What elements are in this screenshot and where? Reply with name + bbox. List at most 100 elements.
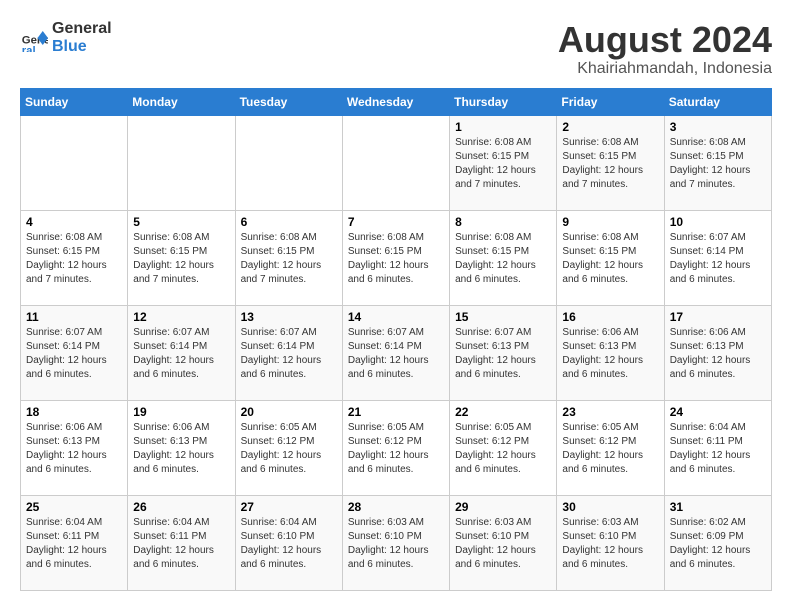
day-info: Sunrise: 6:04 AM Sunset: 6:10 PM Dayligh… <box>241 516 337 572</box>
day-info: Sunrise: 6:06 AM Sunset: 6:13 PM Dayligh… <box>670 326 766 382</box>
day-header-tuesday: Tuesday <box>235 88 342 115</box>
day-info: Sunrise: 6:03 AM Sunset: 6:10 PM Dayligh… <box>455 516 551 572</box>
day-info: Sunrise: 6:08 AM Sunset: 6:15 PM Dayligh… <box>348 231 444 287</box>
day-number: 23 <box>562 405 658 419</box>
day-number: 18 <box>26 405 122 419</box>
day-number: 30 <box>562 500 658 514</box>
calendar-cell: 17 Sunrise: 6:06 AM Sunset: 6:13 PM Dayli… <box>664 305 771 400</box>
calendar-cell: 1 Sunrise: 6:08 AM Sunset: 6:15 PM Daylig… <box>450 115 557 210</box>
day-number: 15 <box>455 310 551 324</box>
main-title: August 2024 <box>558 20 772 60</box>
logo-icon: Gene ral <box>20 24 48 52</box>
calendar-body: 1 Sunrise: 6:08 AM Sunset: 6:15 PM Daylig… <box>21 115 772 590</box>
calendar-cell: 26Sunrise: 6:04 AM Sunset: 6:11 PM Dayli… <box>128 495 235 590</box>
subtitle: Khairiahmandah, Indonesia <box>558 60 772 78</box>
day-number: 3 <box>670 120 766 134</box>
svg-text:ral: ral <box>22 44 36 51</box>
day-info: Sunrise: 6:04 AM Sunset: 6:11 PM Dayligh… <box>670 421 766 477</box>
calendar-cell: 13Sunrise: 6:07 AM Sunset: 6:14 PM Dayli… <box>235 305 342 400</box>
title-section: August 2024 Khairiahmandah, Indonesia <box>558 20 772 78</box>
week-row-1: 1 Sunrise: 6:08 AM Sunset: 6:15 PM Daylig… <box>21 115 772 210</box>
day-number: 29 <box>455 500 551 514</box>
day-info: Sunrise: 6:03 AM Sunset: 6:10 PM Dayligh… <box>348 516 444 572</box>
calendar-cell: 3Sunrise: 6:08 AM Sunset: 6:15 PM Daylig… <box>664 115 771 210</box>
day-number: 20 <box>241 405 337 419</box>
calendar-cell: 29 Sunrise: 6:03 AM Sunset: 6:10 PM Dayli… <box>450 495 557 590</box>
calendar-cell: 5 Sunrise: 6:08 AM Sunset: 6:15 PM Daylig… <box>128 210 235 305</box>
day-number: 26 <box>133 500 229 514</box>
calendar-cell: 22Sunrise: 6:05 AM Sunset: 6:12 PM Dayli… <box>450 400 557 495</box>
day-number: 9 <box>562 215 658 229</box>
calendar-cell: 30 Sunrise: 6:03 AM Sunset: 6:10 PM Dayli… <box>557 495 664 590</box>
day-header-sunday: Sunday <box>21 88 128 115</box>
day-number: 5 <box>133 215 229 229</box>
calendar-cell <box>235 115 342 210</box>
calendar-cell: 15 Sunrise: 6:07 AM Sunset: 6:13 PM Dayli… <box>450 305 557 400</box>
day-info: Sunrise: 6:04 AM Sunset: 6:11 PM Dayligh… <box>26 516 122 572</box>
calendar-cell: 20Sunrise: 6:05 AM Sunset: 6:12 PM Dayli… <box>235 400 342 495</box>
calendar-cell: 4 Sunrise: 6:08 AM Sunset: 6:15 PM Daylig… <box>21 210 128 305</box>
day-number: 10 <box>670 215 766 229</box>
day-number: 4 <box>26 215 122 229</box>
day-header-friday: Friday <box>557 88 664 115</box>
day-number: 24 <box>670 405 766 419</box>
calendar-cell: 2 Sunrise: 6:08 AM Sunset: 6:15 PM Daylig… <box>557 115 664 210</box>
day-info: Sunrise: 6:08 AM Sunset: 6:15 PM Dayligh… <box>455 231 551 287</box>
calendar-cell: 19 Sunrise: 6:06 AM Sunset: 6:13 PM Dayli… <box>128 400 235 495</box>
day-info: Sunrise: 6:08 AM Sunset: 6:15 PM Dayligh… <box>133 231 229 287</box>
day-info: Sunrise: 6:07 AM Sunset: 6:14 PM Dayligh… <box>133 326 229 382</box>
logo: Gene ral General Blue <box>20 20 112 55</box>
day-info: Sunrise: 6:05 AM Sunset: 6:12 PM Dayligh… <box>348 421 444 477</box>
calendar-cell: 8Sunrise: 6:08 AM Sunset: 6:15 PM Daylig… <box>450 210 557 305</box>
day-info: Sunrise: 6:07 AM Sunset: 6:14 PM Dayligh… <box>670 231 766 287</box>
calendar-cell <box>21 115 128 210</box>
calendar-cell: 31Sunrise: 6:02 AM Sunset: 6:09 PM Dayli… <box>664 495 771 590</box>
day-number: 21 <box>348 405 444 419</box>
day-info: Sunrise: 6:07 AM Sunset: 6:13 PM Dayligh… <box>455 326 551 382</box>
day-number: 7 <box>348 215 444 229</box>
day-info: Sunrise: 6:08 AM Sunset: 6:15 PM Dayligh… <box>26 231 122 287</box>
day-number: 6 <box>241 215 337 229</box>
day-number: 22 <box>455 405 551 419</box>
logo-line2: Blue <box>52 38 112 56</box>
day-info: Sunrise: 6:07 AM Sunset: 6:14 PM Dayligh… <box>348 326 444 382</box>
day-header-wednesday: Wednesday <box>342 88 449 115</box>
day-info: Sunrise: 6:06 AM Sunset: 6:13 PM Dayligh… <box>26 421 122 477</box>
day-info: Sunrise: 6:08 AM Sunset: 6:15 PM Dayligh… <box>562 136 658 192</box>
day-number: 1 <box>455 120 551 134</box>
day-info: Sunrise: 6:07 AM Sunset: 6:14 PM Dayligh… <box>26 326 122 382</box>
calendar-cell: 28Sunrise: 6:03 AM Sunset: 6:10 PM Dayli… <box>342 495 449 590</box>
day-info: Sunrise: 6:05 AM Sunset: 6:12 PM Dayligh… <box>562 421 658 477</box>
calendar-cell: 16Sunrise: 6:06 AM Sunset: 6:13 PM Dayli… <box>557 305 664 400</box>
day-info: Sunrise: 6:03 AM Sunset: 6:10 PM Dayligh… <box>562 516 658 572</box>
week-row-5: 25Sunrise: 6:04 AM Sunset: 6:11 PM Dayli… <box>21 495 772 590</box>
day-number: 12 <box>133 310 229 324</box>
calendar-cell <box>342 115 449 210</box>
calendar-cell: 10 Sunrise: 6:07 AM Sunset: 6:14 PM Dayli… <box>664 210 771 305</box>
calendar-header-row: SundayMondayTuesdayWednesdayThursdayFrid… <box>21 88 772 115</box>
week-row-2: 4 Sunrise: 6:08 AM Sunset: 6:15 PM Daylig… <box>21 210 772 305</box>
calendar-cell: 6Sunrise: 6:08 AM Sunset: 6:15 PM Daylig… <box>235 210 342 305</box>
calendar-cell: 21 Sunrise: 6:05 AM Sunset: 6:12 PM Dayli… <box>342 400 449 495</box>
calendar-cell: 7 Sunrise: 6:08 AM Sunset: 6:15 PM Daylig… <box>342 210 449 305</box>
calendar-cell: 14 Sunrise: 6:07 AM Sunset: 6:14 PM Dayli… <box>342 305 449 400</box>
day-number: 11 <box>26 310 122 324</box>
calendar-cell: 12 Sunrise: 6:07 AM Sunset: 6:14 PM Dayli… <box>128 305 235 400</box>
day-info: Sunrise: 6:02 AM Sunset: 6:09 PM Dayligh… <box>670 516 766 572</box>
day-number: 19 <box>133 405 229 419</box>
calendar-cell: 27Sunrise: 6:04 AM Sunset: 6:10 PM Dayli… <box>235 495 342 590</box>
calendar-cell: 24 Sunrise: 6:04 AM Sunset: 6:11 PM Dayli… <box>664 400 771 495</box>
day-number: 14 <box>348 310 444 324</box>
day-number: 13 <box>241 310 337 324</box>
day-info: Sunrise: 6:06 AM Sunset: 6:13 PM Dayligh… <box>133 421 229 477</box>
calendar-table: SundayMondayTuesdayWednesdayThursdayFrid… <box>20 88 772 591</box>
page-header: Gene ral General Blue August 2024 Khairi… <box>20 20 772 78</box>
day-header-saturday: Saturday <box>664 88 771 115</box>
calendar-cell <box>128 115 235 210</box>
calendar-cell: 25Sunrise: 6:04 AM Sunset: 6:11 PM Dayli… <box>21 495 128 590</box>
day-info: Sunrise: 6:08 AM Sunset: 6:15 PM Dayligh… <box>455 136 551 192</box>
day-info: Sunrise: 6:06 AM Sunset: 6:13 PM Dayligh… <box>562 326 658 382</box>
day-number: 17 <box>670 310 766 324</box>
day-number: 2 <box>562 120 658 134</box>
calendar-cell: 18 Sunrise: 6:06 AM Sunset: 6:13 PM Dayli… <box>21 400 128 495</box>
